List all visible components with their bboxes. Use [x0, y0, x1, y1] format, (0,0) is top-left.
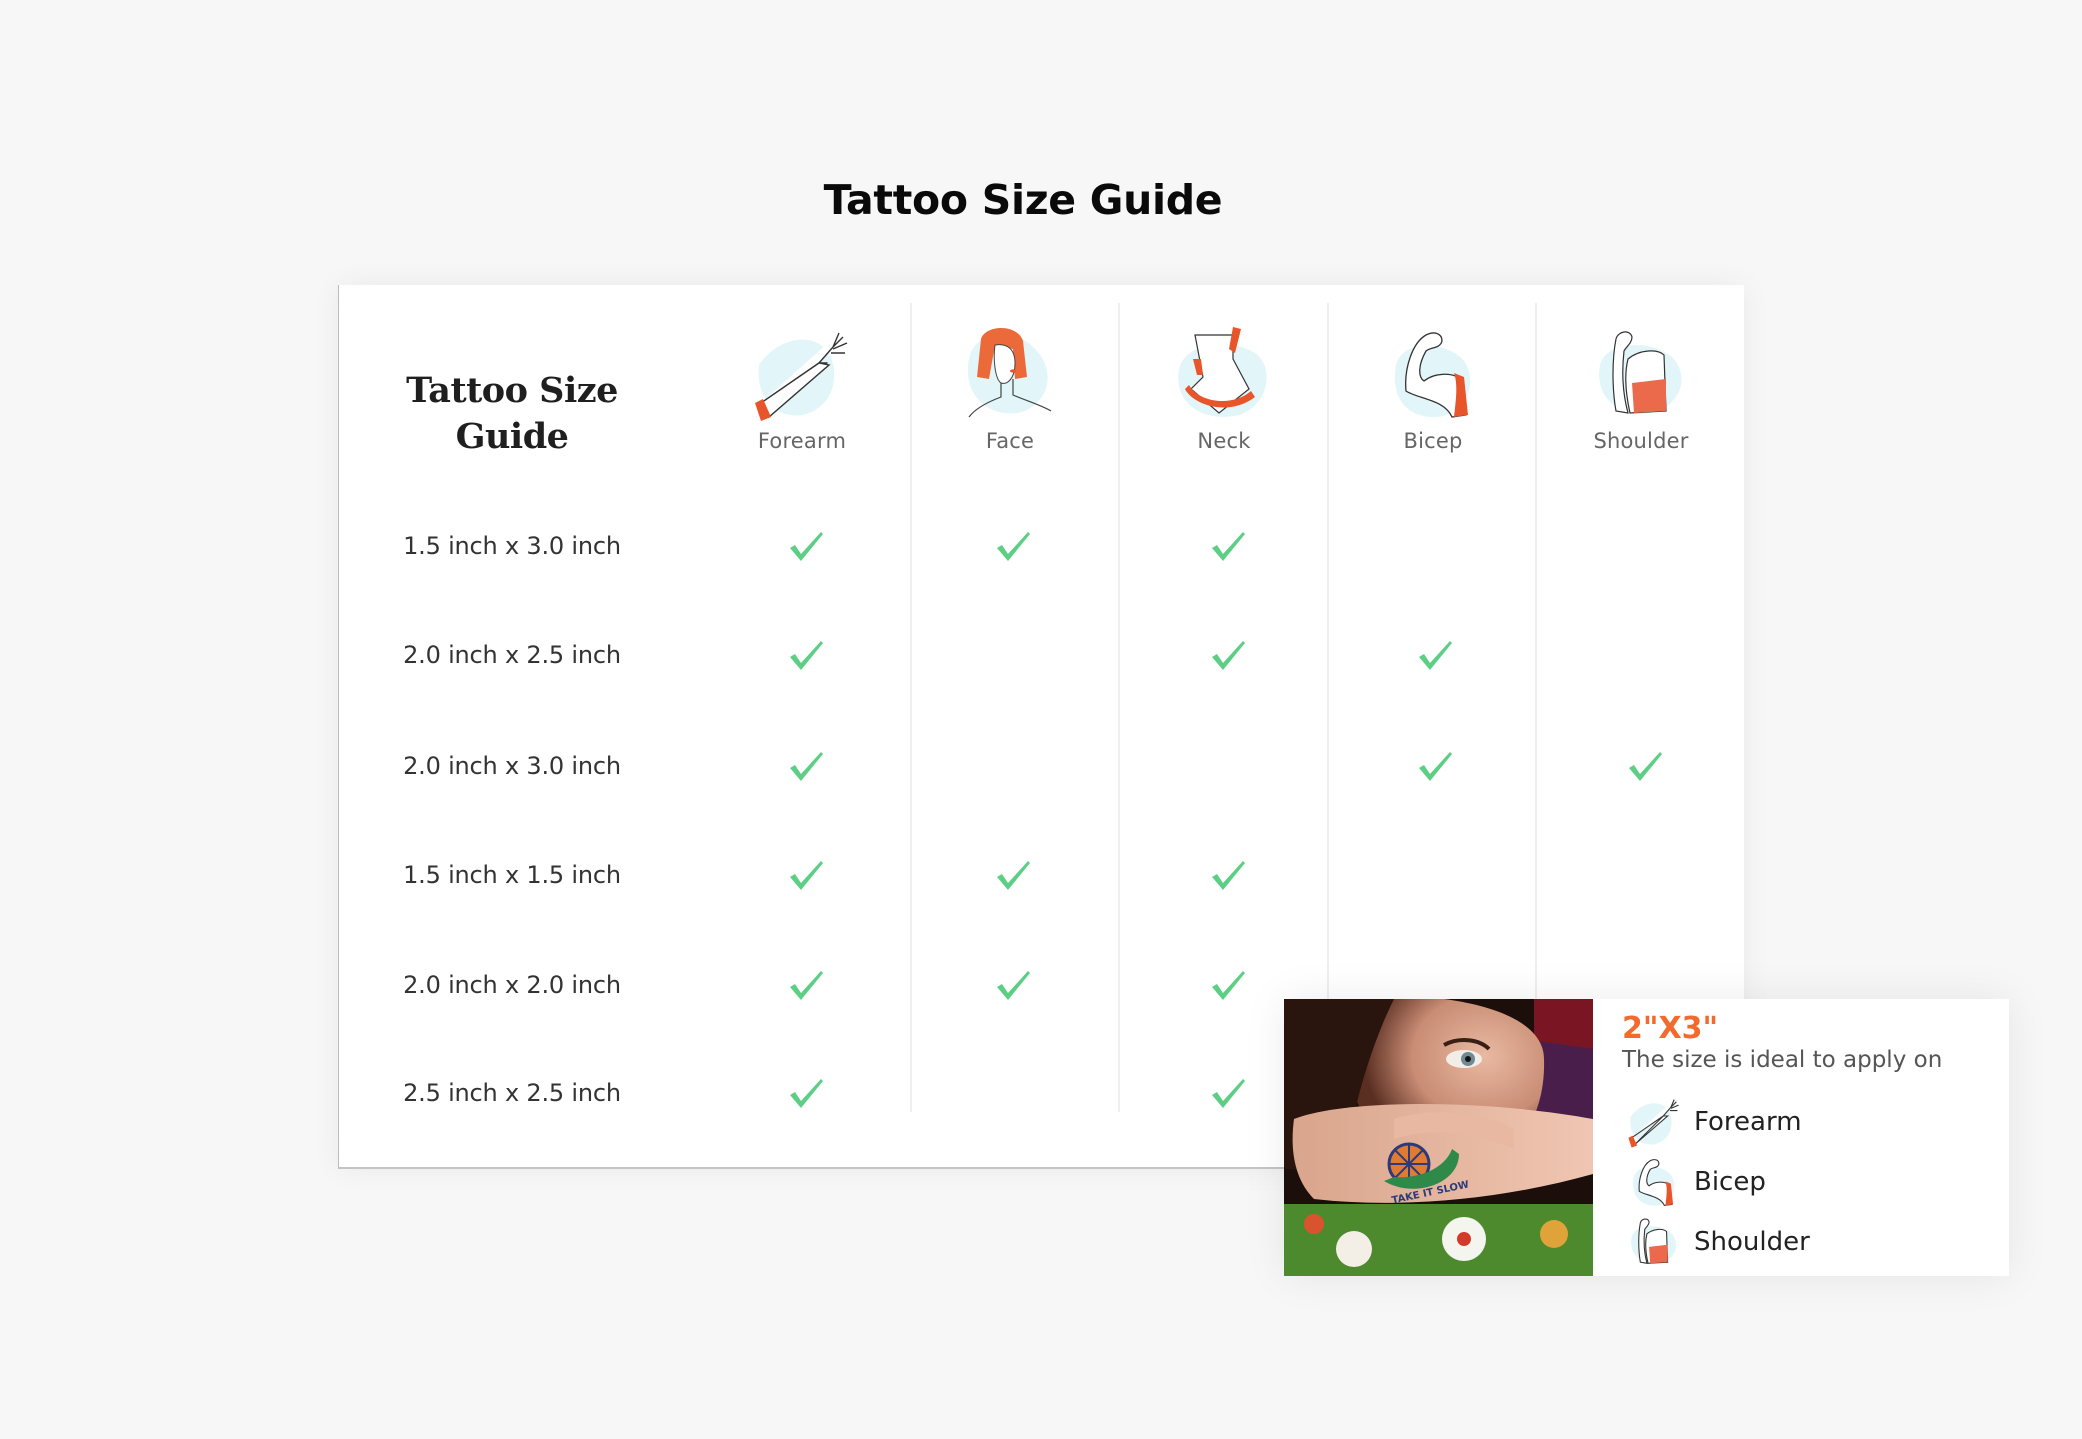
- check-icon: [788, 1077, 824, 1109]
- size-preview-card: TAKE IT SLOW 2"X3" The size is ideal to …: [1284, 999, 2009, 1276]
- tattoo-photo: TAKE IT SLOW: [1284, 999, 1593, 1276]
- forearm-icon: [1628, 1099, 1679, 1148]
- check-icon: [788, 750, 824, 782]
- popup-size-label: 2"X3": [1622, 1011, 1719, 1046]
- popup-item-shoulder: Shoulder: [1624, 1212, 1810, 1272]
- popup-item-bicep: Bicep: [1624, 1152, 1766, 1212]
- check-icon: [1417, 639, 1453, 671]
- check-icon: [788, 969, 824, 1001]
- check-icon: [1210, 530, 1246, 562]
- row-size-label: 1.5 inch x 3.0 inch: [403, 532, 621, 560]
- popup-subtitle: The size is ideal to apply on: [1622, 1047, 1943, 1073]
- bicep-icon: [1633, 1159, 1675, 1207]
- check-icon: [1627, 750, 1663, 782]
- check-icon: [1417, 750, 1453, 782]
- column-label: Forearm: [757, 429, 847, 453]
- column-header-bicep[interactable]: Bicep: [1333, 319, 1533, 453]
- column-label: Shoulder: [1593, 429, 1689, 453]
- column-divider: [1535, 303, 1537, 1112]
- column-divider: [1327, 303, 1329, 1112]
- column-label: Face: [985, 429, 1035, 453]
- column-header-forearm[interactable]: Forearm: [702, 319, 902, 453]
- table-corner-title: Tattoo Size Guide: [399, 368, 625, 460]
- bicep-icon: [1394, 332, 1471, 418]
- popup-item-label: Bicep: [1694, 1167, 1766, 1197]
- popup-item-label: Shoulder: [1694, 1227, 1810, 1257]
- row-size-label: 1.5 inch x 1.5 inch: [403, 861, 621, 889]
- page-title: Tattoo Size Guide: [823, 176, 1223, 224]
- shoulder-icon: [1599, 331, 1682, 414]
- check-icon: [995, 859, 1031, 891]
- row-size-label: 2.0 inch x 3.0 inch: [403, 752, 621, 780]
- check-icon: [788, 859, 824, 891]
- check-icon: [995, 969, 1031, 1001]
- row-size-label: 2.5 inch x 2.5 inch: [403, 1079, 621, 1107]
- column-divider: [1118, 303, 1120, 1112]
- forearm-icon: [755, 332, 848, 421]
- column-header-shoulder[interactable]: Shoulder: [1541, 319, 1741, 453]
- tattoo-photo-image: TAKE IT SLOW: [1284, 999, 1593, 1276]
- check-icon: [788, 530, 824, 562]
- column-header-neck[interactable]: Neck: [1124, 319, 1324, 453]
- check-icon: [1210, 859, 1246, 891]
- check-icon: [995, 530, 1031, 562]
- row-size-label: 2.0 inch x 2.5 inch: [403, 641, 621, 669]
- corner-title-line-2: Guide: [455, 416, 569, 457]
- check-icon: [1210, 1077, 1246, 1109]
- row-size-label: 2.0 inch x 2.0 inch: [403, 971, 621, 999]
- popup-item-forearm: Forearm: [1624, 1092, 1802, 1152]
- column-label: Bicep: [1403, 429, 1463, 453]
- check-icon: [1210, 969, 1246, 1001]
- check-icon: [788, 639, 824, 671]
- check-icon: [1210, 639, 1246, 671]
- column-label: Neck: [1197, 429, 1251, 453]
- column-header-face[interactable]: Face: [910, 319, 1110, 453]
- neck-icon: [1178, 327, 1267, 417]
- face-icon: [967, 328, 1052, 418]
- corner-title-line-1: Tattoo Size: [406, 370, 618, 411]
- shoulder-icon: [1631, 1218, 1677, 1264]
- popup-item-label: Forearm: [1694, 1107, 1802, 1137]
